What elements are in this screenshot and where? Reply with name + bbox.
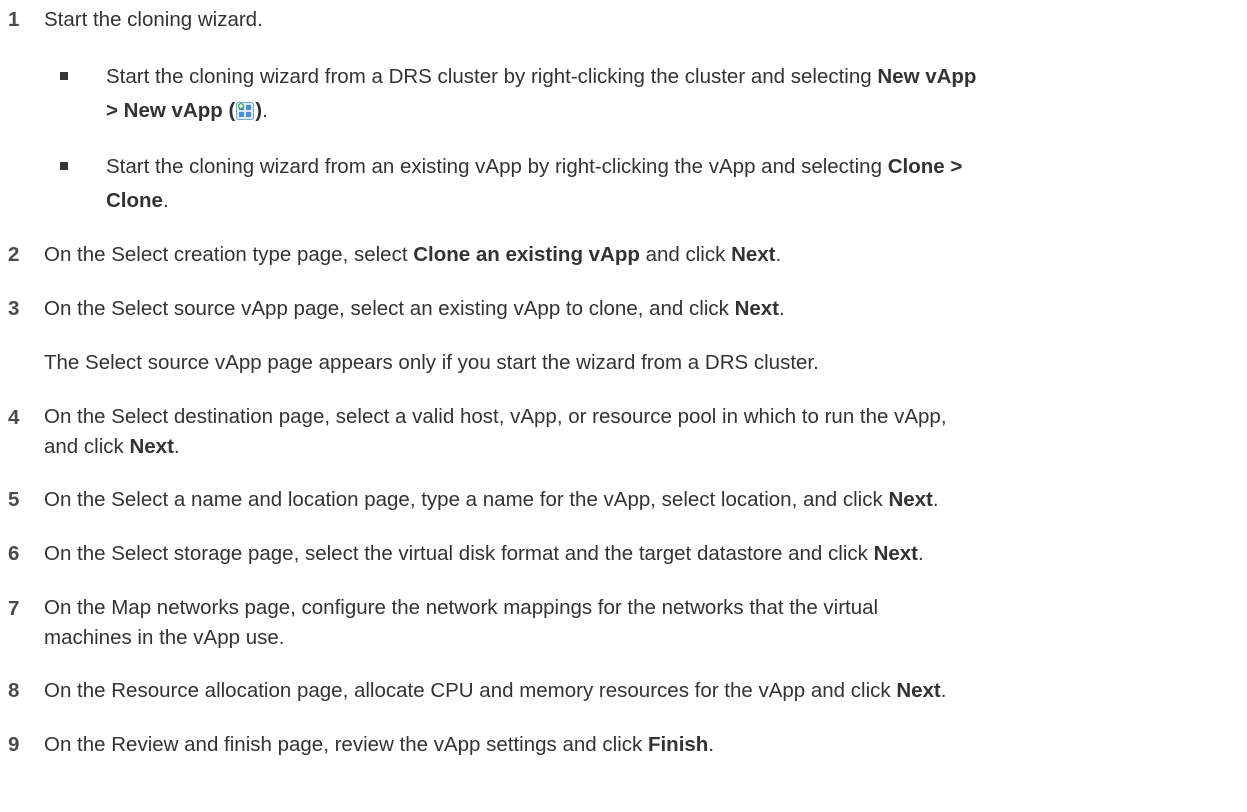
step-number: 4 <box>8 406 20 429</box>
step-number: 1 <box>8 8 20 31</box>
step-text: On the Select source vApp page, select a… <box>44 297 785 320</box>
step-text: On the Select storage page, select the v… <box>44 542 924 565</box>
step-number: 6 <box>8 542 20 565</box>
step-text: On the Select creation type page, select… <box>44 243 782 266</box>
step-text: Start the cloning wizard. <box>44 8 263 31</box>
step-text: On the Map networks page, configure the … <box>44 596 879 649</box>
step-note: The Select source vApp page appears only… <box>44 351 819 374</box>
step-number: 7 <box>8 597 20 620</box>
bullet-square <box>60 72 68 80</box>
substep-text: Start the cloning wizard from a DRS clus… <box>106 65 977 122</box>
substep-text: Start the cloning wizard from an existin… <box>106 155 963 212</box>
document-page: 1 Start the cloning wizard. Start the cl… <box>0 0 1247 812</box>
step-text: On the Resource allocation page, allocat… <box>44 679 947 702</box>
step-number: 2 <box>8 243 20 266</box>
step-text: On the Review and finish page, review th… <box>44 733 715 756</box>
step-number: 9 <box>8 733 20 756</box>
step-text: On the Select a name and location page, … <box>44 488 939 511</box>
step-text: On the Select destination page, select a… <box>44 405 947 458</box>
bullet-square <box>60 162 68 170</box>
step-number: 8 <box>8 679 20 702</box>
new-vapp-icon <box>236 97 255 120</box>
step-number: 3 <box>8 297 20 320</box>
step-number: 5 <box>8 488 20 511</box>
